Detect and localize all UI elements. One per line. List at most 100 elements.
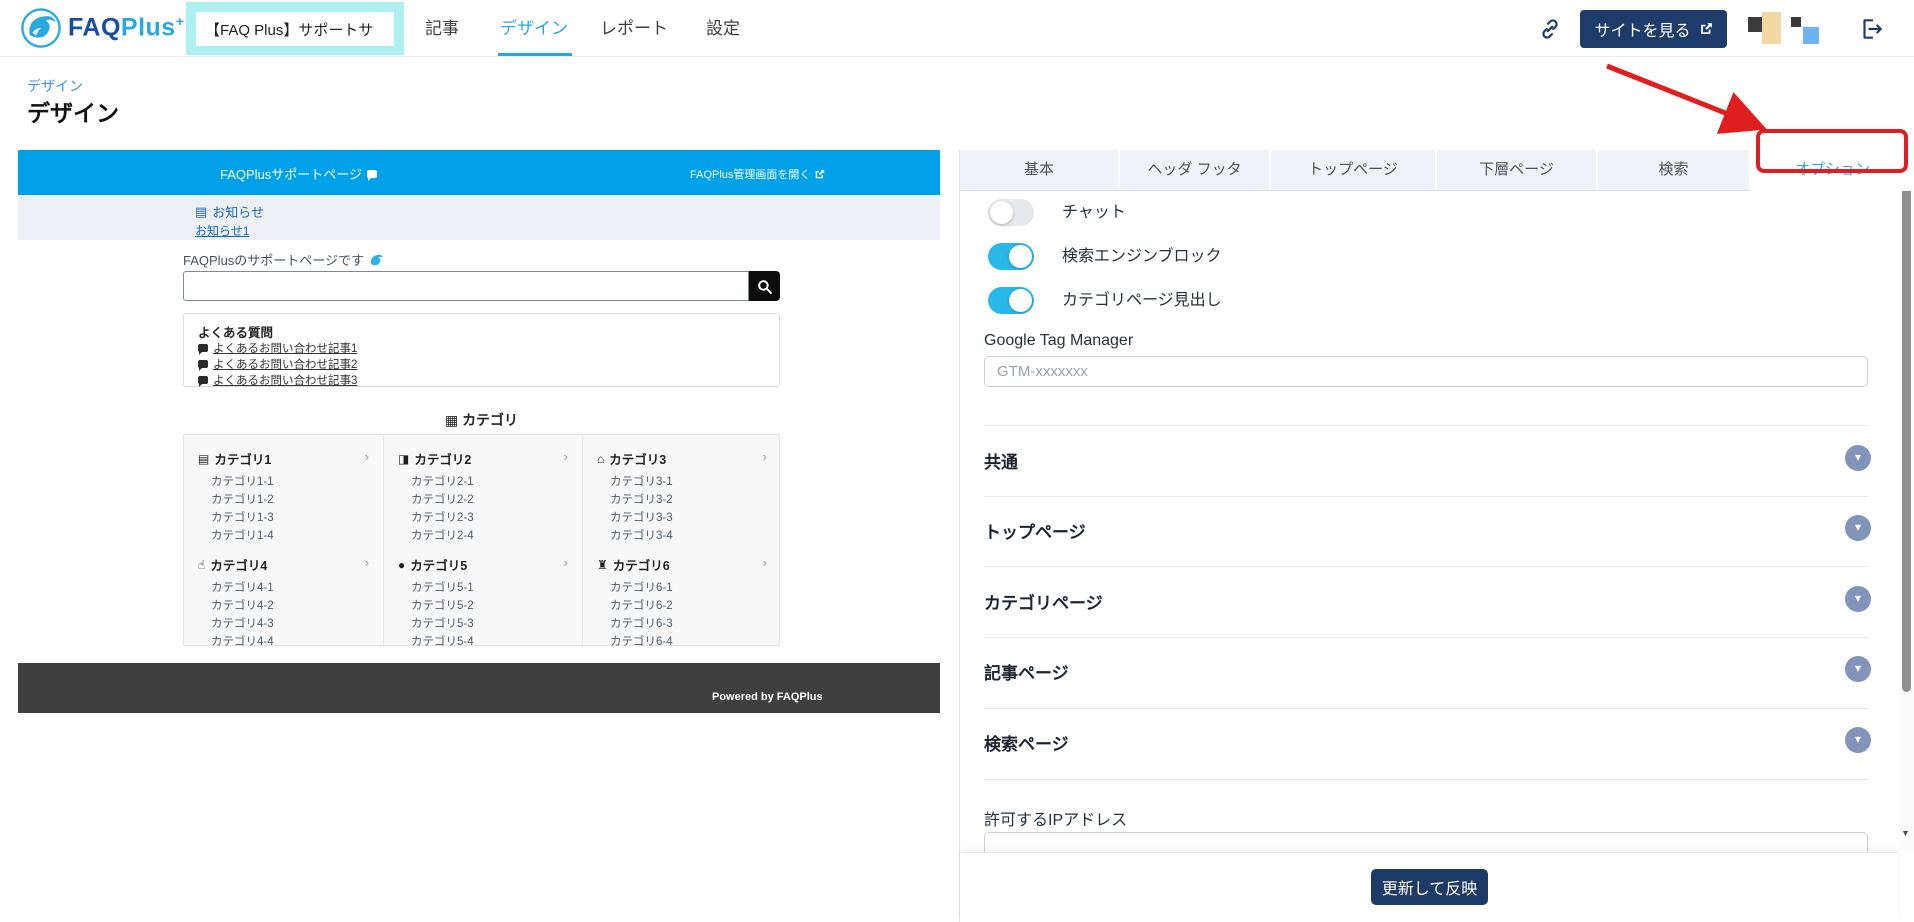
allowed-ip-label: 許可するIPアドレス [984, 812, 1128, 829]
chat-toggle-label: チャット [1062, 204, 1126, 221]
category-item[interactable]: カテゴリ4-1 [211, 579, 274, 595]
logout-icon[interactable] [1858, 16, 1884, 47]
chat-toggle[interactable] [988, 199, 1034, 226]
chat-bubble-icon [198, 376, 208, 387]
gtm-input[interactable] [984, 356, 1868, 387]
category-item[interactable]: カテゴリ6-3 [610, 615, 673, 631]
section-top-page[interactable]: トップページ [984, 518, 1086, 543]
category-link-4[interactable]: ☝ カテゴリ4 [198, 555, 267, 574]
update-apply-button[interactable]: 更新して反映 [1371, 869, 1488, 905]
preview-search-input[interactable] [183, 271, 749, 301]
search-engine-block-toggle[interactable] [988, 243, 1034, 270]
building-icon: ⌂ [597, 451, 605, 466]
category-item[interactable]: カテゴリ5-2 [411, 597, 474, 613]
nav-item-settings[interactable]: 設定 [706, 0, 740, 57]
dolphin-logo-icon [20, 7, 62, 54]
chevron-down-icon[interactable]: ▾ [1845, 515, 1871, 541]
site-preview: FAQPlusサポートページ FAQPlus管理画面を開く ▤ お知らせ お知ら… [18, 150, 940, 713]
annotation-red-arrow [1606, 63, 1767, 134]
category-item[interactable]: カテゴリ2-1 [411, 473, 474, 489]
category-item[interactable]: カテゴリ3-3 [610, 509, 673, 525]
section-divider [984, 779, 1868, 780]
newspaper-icon: ▤ [198, 451, 210, 466]
preview-admin-link[interactable]: FAQPlus管理画面を開く [690, 166, 825, 182]
tab-sub-page[interactable]: 下層ページ [1437, 150, 1596, 190]
square-icon: ◨ [398, 451, 410, 466]
section-divider [984, 425, 1868, 426]
faq-link-1[interactable]: よくあるお問い合わせ記事1 [198, 340, 357, 356]
section-divider [984, 496, 1868, 497]
toggle-knob [1009, 289, 1032, 312]
section-common[interactable]: 共通 [984, 448, 1018, 473]
tab-basic[interactable]: 基本 [960, 150, 1118, 190]
chevron-down-icon[interactable]: ▾ [1845, 445, 1871, 471]
chevron-down-icon[interactable]: ▾ [1845, 656, 1871, 682]
category-item[interactable]: カテゴリ4-2 [211, 597, 274, 613]
section-divider [984, 637, 1868, 638]
category-link-6[interactable]: ♜ カテゴリ6 [597, 555, 670, 574]
tab-header-footer[interactable]: ヘッダ フッタ [1120, 150, 1269, 190]
category-item[interactable]: カテゴリ6-1 [610, 579, 673, 595]
section-article-page[interactable]: 記事ページ [984, 659, 1069, 684]
scrollbar-thumb[interactable] [1902, 172, 1911, 692]
active-nav-underline [498, 53, 572, 56]
scroll-down-arrow[interactable]: ▼ [1901, 828, 1910, 838]
chat-bubble-icon [198, 344, 208, 355]
category-card-5: ● カテゴリ5 › カテゴリ5-1 カテゴリ5-2 カテゴリ5-3 カテゴリ5-4 [383, 541, 582, 649]
category-section-heading: ▦ カテゴリ [183, 410, 780, 430]
category-item[interactable]: カテゴリ1-1 [211, 473, 274, 489]
chevron-right-icon: › [762, 449, 767, 464]
chevron-down-icon[interactable]: ▾ [1845, 586, 1871, 612]
preview-notice-link[interactable]: お知らせ1 [195, 222, 249, 239]
category-item[interactable]: カテゴリ4-4 [211, 633, 274, 649]
category-link-1[interactable]: ▤ カテゴリ1 [198, 449, 271, 468]
search-engine-block-label: 検索エンジンブロック [1062, 248, 1222, 265]
category-item[interactable]: カテゴリ3-2 [610, 491, 673, 507]
category-card-6: ♜ カテゴリ6 › カテゴリ6-1 カテゴリ6-2 カテゴリ6-3 カテゴリ6-4 [582, 541, 781, 649]
thumbnail-image-2 [1762, 12, 1781, 44]
category-item[interactable]: カテゴリ6-2 [610, 597, 673, 613]
breadcrumb[interactable]: デザイン [27, 76, 83, 96]
tab-search[interactable]: 検索 [1598, 150, 1749, 190]
tab-options[interactable]: オプション [1751, 150, 1914, 191]
category-page-heading-toggle[interactable] [988, 287, 1034, 314]
faq-link-3[interactable]: よくあるお問い合わせ記事3 [198, 372, 357, 388]
link-icon[interactable] [1538, 17, 1562, 46]
category-item[interactable]: カテゴリ1-3 [211, 509, 274, 525]
category-item[interactable]: カテゴリ5-4 [411, 633, 474, 649]
category-page-heading-label: カテゴリページ見出し [1062, 292, 1222, 309]
app-logo-text: FAQPlus+ [68, 13, 185, 42]
category-item[interactable]: カテゴリ3-1 [610, 473, 673, 489]
category-card-2: ◨ カテゴリ2 › カテゴリ2-1 カテゴリ2-2 カテゴリ2-3 カテゴリ2-4 [383, 435, 582, 542]
view-site-button[interactable]: サイトを見る [1580, 10, 1727, 48]
preview-admin-link-text: FAQPlus管理画面を開く [690, 169, 811, 181]
nav-item-design[interactable]: デザイン [500, 0, 568, 57]
category-item[interactable]: カテゴリ4-3 [211, 615, 274, 631]
faq-link-2[interactable]: よくあるお問い合わせ記事2 [198, 356, 357, 372]
category-item[interactable]: カテゴリ5-1 [411, 579, 474, 595]
category-item[interactable]: カテゴリ6-4 [610, 633, 673, 649]
faq-box-title: よくある質問 [198, 326, 274, 340]
category-link-5[interactable]: ● カテゴリ5 [398, 555, 467, 574]
nav-item-articles[interactable]: 記事 [425, 0, 459, 57]
thumbnail-image-3 [1791, 17, 1801, 27]
thumbnail-image-1 [1748, 17, 1762, 32]
preview-search-button[interactable] [749, 271, 780, 301]
search-icon [758, 279, 772, 294]
category-item[interactable]: カテゴリ5-3 [411, 615, 474, 631]
category-item[interactable]: カテゴリ2-3 [411, 509, 474, 525]
category-link-3[interactable]: ⌂ カテゴリ3 [597, 449, 666, 468]
category-item[interactable]: カテゴリ2-2 [411, 491, 474, 507]
tab-top-page[interactable]: トップページ [1271, 150, 1435, 190]
section-category-page[interactable]: カテゴリページ [984, 589, 1103, 614]
section-divider [984, 708, 1868, 709]
category-item[interactable]: カテゴリ1-2 [211, 491, 274, 507]
site-selector-highlight: 【FAQ Plus】サポートサ [186, 2, 404, 55]
category-link-2[interactable]: ◨ カテゴリ2 [398, 449, 471, 468]
chevron-down-icon[interactable]: ▾ [1845, 727, 1871, 753]
notice-heading-text: お知らせ [212, 205, 265, 220]
grid-icon: ▦ [444, 412, 459, 428]
nav-item-report[interactable]: レポート [600, 0, 668, 57]
site-selector-dropdown[interactable]: 【FAQ Plus】サポートサ [196, 12, 394, 46]
section-search-page[interactable]: 検索ページ [984, 730, 1069, 755]
